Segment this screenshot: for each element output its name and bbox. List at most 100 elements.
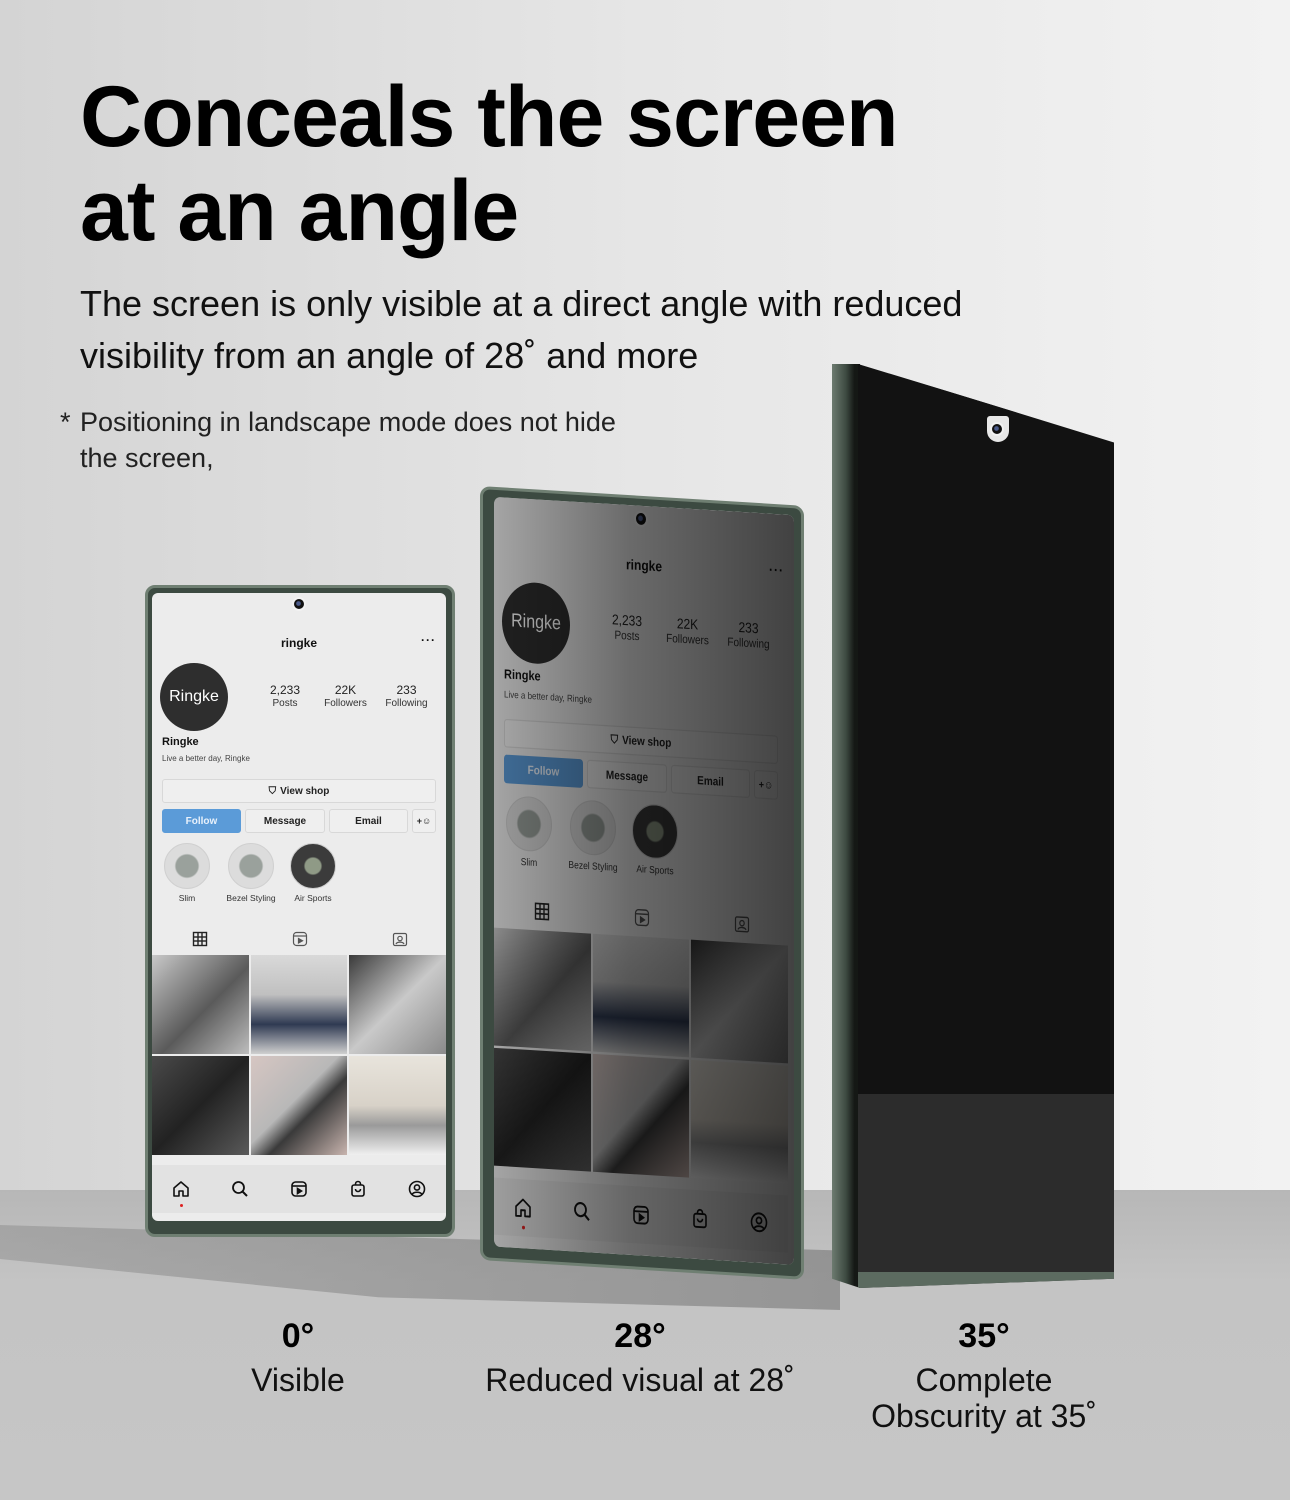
- follow-button[interactable]: Follow: [504, 754, 583, 788]
- highlight-label: Bezel Styling: [226, 893, 276, 903]
- stat-label: Followers: [666, 632, 709, 649]
- post-thumbnail[interactable]: [349, 955, 446, 1054]
- title-line-1: Conceals the screen: [80, 69, 898, 165]
- view-shop-label: View shop: [280, 785, 330, 797]
- camera-notch: [987, 416, 1009, 442]
- page-title: Conceals the screen at an angle: [80, 70, 1080, 258]
- phone-screen: ringke ··· Ringke 2,233 Posts 22K Follow…: [152, 593, 446, 1221]
- phone-reduced-28deg: ringke ··· Ringke 2,233 Posts 22K Follow…: [480, 486, 804, 1280]
- home-icon[interactable]: [171, 1179, 191, 1207]
- search-icon[interactable]: [230, 1179, 250, 1199]
- asterisk: *: [60, 407, 71, 437]
- home-icon[interactable]: [513, 1195, 533, 1230]
- post-thumbnail[interactable]: [691, 939, 788, 1064]
- angle-label-0deg: 0° Visible: [198, 1316, 398, 1398]
- shop-bag-icon: ⛉: [268, 785, 277, 797]
- profile-bio: Live a better day, Ringke: [162, 754, 250, 763]
- stat-value: 2,233: [269, 683, 301, 697]
- post-thumbnail[interactable]: [494, 1047, 591, 1172]
- stat-posts[interactable]: 2,233 Posts: [602, 611, 652, 647]
- highlight-bezel-styling[interactable]: Bezel Styling: [218, 843, 284, 903]
- grid-tab-icon[interactable]: [192, 931, 208, 947]
- angle-degree: 0°: [281, 1317, 315, 1355]
- message-button[interactable]: Message: [587, 759, 667, 794]
- stat-label: Following: [727, 636, 770, 652]
- profile-avatar[interactable]: Ringke: [160, 663, 228, 731]
- shop-icon[interactable]: [690, 1206, 710, 1231]
- stat-followers[interactable]: 22K Followers: [660, 614, 715, 651]
- angle-degree: 28°: [614, 1317, 666, 1355]
- profile-icon[interactable]: [407, 1179, 427, 1199]
- highlight-label: Air Sports: [294, 893, 332, 903]
- highlight-bezel-styling[interactable]: Bezel Styling: [560, 798, 626, 873]
- profile-icon[interactable]: [749, 1210, 769, 1235]
- add-user-button[interactable]: +☺: [412, 809, 436, 833]
- highlight-thumbnail: [570, 799, 616, 857]
- add-user-icon: +☺: [758, 778, 774, 792]
- phone-side-rail: [832, 364, 860, 1288]
- more-options-icon[interactable]: ···: [421, 633, 436, 647]
- message-button[interactable]: Message: [245, 809, 325, 833]
- profile-avatar[interactable]: Ringke: [502, 580, 570, 666]
- post-thumbnail[interactable]: [691, 1059, 788, 1184]
- stat-label: Posts: [272, 698, 298, 709]
- reels-icon[interactable]: [289, 1179, 309, 1199]
- tagged-tab-icon[interactable]: [392, 931, 408, 947]
- angle-description-line-1: Complete: [915, 1362, 1053, 1398]
- more-options-icon[interactable]: ···: [769, 561, 784, 579]
- highlight-air-sports[interactable]: Air Sports: [286, 843, 340, 903]
- search-icon[interactable]: [572, 1199, 592, 1224]
- angle-label-28deg: 28° Reduced visual at 28˚: [460, 1316, 820, 1398]
- profile-username: ringke: [625, 556, 662, 575]
- email-button[interactable]: Email: [329, 809, 408, 833]
- highlight-slim[interactable]: Slim: [504, 795, 554, 869]
- stat-label: Followers: [324, 698, 367, 709]
- stat-followers[interactable]: 22K Followers: [318, 683, 373, 711]
- grid-tab-icon[interactable]: [534, 902, 550, 922]
- bottom-nav-bar: [152, 1165, 446, 1213]
- angle-degree: 35°: [958, 1317, 1010, 1355]
- reels-tab-icon[interactable]: [634, 908, 650, 928]
- add-user-button[interactable]: +☺: [754, 769, 778, 800]
- highlight-thumbnail: [632, 802, 678, 861]
- screen-reflection: [858, 1093, 1114, 1288]
- notification-dot: [522, 1225, 526, 1230]
- tagged-tab-icon[interactable]: [734, 914, 750, 934]
- post-thumbnail[interactable]: [592, 933, 690, 1058]
- profile-username: ringke: [280, 636, 317, 650]
- bottom-nav-bar: [494, 1177, 788, 1253]
- angle-description-line-2: Obscurity at 35˚: [871, 1398, 1097, 1434]
- post-thumbnail[interactable]: [152, 1056, 249, 1155]
- highlight-thumbnail: [290, 843, 336, 889]
- stat-following[interactable]: 233 Following: [721, 618, 776, 655]
- highlight-slim[interactable]: Slim: [162, 843, 212, 903]
- stat-posts[interactable]: 2,233 Posts: [260, 683, 310, 711]
- subtitle: The screen is only visible at a direct a…: [80, 278, 1160, 382]
- highlight-thumbnail: [506, 795, 552, 853]
- front-camera-icon: [634, 510, 648, 528]
- reels-tab-icon[interactable]: [292, 931, 308, 947]
- stat-value: 233: [396, 683, 417, 697]
- stat-following[interactable]: 233 Following: [379, 683, 434, 711]
- reels-icon[interactable]: [631, 1203, 651, 1228]
- stat-label: Posts: [614, 629, 640, 644]
- highlight-air-sports[interactable]: Air Sports: [628, 802, 682, 878]
- highlight-thumbnail: [228, 843, 274, 889]
- post-thumbnail[interactable]: [250, 1056, 348, 1155]
- footnote-line-1: Positioning in landscape mode does not h…: [80, 407, 616, 437]
- view-shop-button[interactable]: ⛉ View shop: [162, 779, 436, 803]
- stat-label: Following: [385, 698, 428, 709]
- post-thumbnail[interactable]: [250, 955, 348, 1054]
- front-camera-icon: [292, 597, 306, 611]
- post-thumbnail[interactable]: [592, 1053, 690, 1178]
- post-thumbnail[interactable]: [349, 1056, 446, 1155]
- shop-icon[interactable]: [348, 1179, 368, 1199]
- phone-obscured-35deg: [832, 364, 1114, 1288]
- highlight-label: Slim: [178, 893, 196, 903]
- email-button[interactable]: Email: [671, 764, 750, 799]
- post-thumbnail[interactable]: [152, 955, 249, 1054]
- add-user-icon: +☺: [416, 816, 432, 826]
- follow-button[interactable]: Follow: [162, 809, 241, 833]
- subtitle-line-1: The screen is only visible at a direct a…: [80, 283, 963, 324]
- post-thumbnail[interactable]: [494, 927, 591, 1052]
